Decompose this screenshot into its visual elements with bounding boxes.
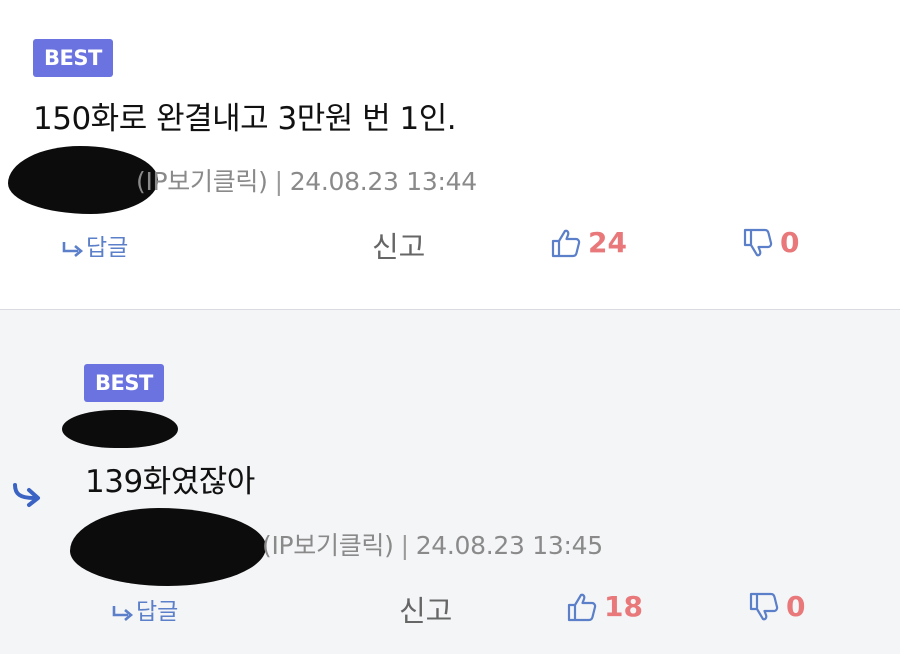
like-count: 24 bbox=[588, 226, 627, 259]
dislike-button[interactable]: 0 bbox=[742, 226, 799, 259]
comment-meta: (IP보기클릭) | 24.08.23 13:44 bbox=[136, 162, 477, 198]
dislike-button[interactable]: 0 bbox=[748, 590, 805, 623]
reply-indicator-icon bbox=[13, 483, 40, 507]
report-button[interactable]: 신고 bbox=[372, 224, 425, 266]
thumbs-up-icon bbox=[551, 229, 581, 257]
reply-label: 답글 bbox=[86, 235, 129, 261]
dislike-count: 0 bbox=[780, 226, 800, 259]
redacted-username bbox=[70, 508, 266, 586]
timestamp: 24.08.23 13:45 bbox=[415, 531, 603, 560]
best-badge: BEST bbox=[33, 39, 113, 77]
like-button[interactable]: 18 bbox=[566, 590, 643, 623]
comment-best-1: BEST 150화로 완결내고 3만원 번 1인. (IP보기클릭) | 24.08… bbox=[0, 0, 900, 309]
comment-text: 139화였잖아 bbox=[85, 464, 255, 500]
comment-best-2-reply: BEST 139화였잖아 (IP보기클릭) | 24.08.23 13:45 답글 … bbox=[0, 310, 900, 654]
reply-arrow-icon bbox=[62, 241, 84, 257]
thumbs-up-icon bbox=[567, 593, 597, 621]
reply-button[interactable]: 답글 bbox=[112, 592, 178, 626]
comment-text: 150화로 완결내고 3만원 번 1인. bbox=[33, 101, 457, 137]
best-badge: BEST bbox=[84, 364, 164, 402]
reply-button[interactable]: 답글 bbox=[62, 228, 128, 262]
timestamp: 24.08.23 13:44 bbox=[289, 167, 477, 196]
dislike-count: 0 bbox=[786, 590, 806, 623]
like-button[interactable]: 24 bbox=[550, 226, 627, 259]
comment-meta: (IP보기클릭) | 24.08.23 13:45 bbox=[262, 526, 603, 562]
report-button[interactable]: 신고 bbox=[399, 588, 452, 630]
thumbs-down-icon bbox=[749, 592, 779, 620]
ip-view-link[interactable]: (IP보기클릭) bbox=[136, 167, 268, 196]
thumbs-down-icon bbox=[743, 228, 773, 256]
meta-separator: | bbox=[400, 531, 409, 560]
meta-separator: | bbox=[274, 167, 283, 196]
reply-arrow-icon bbox=[112, 605, 134, 621]
reply-label: 답글 bbox=[136, 599, 179, 625]
redacted-username bbox=[62, 410, 178, 448]
ip-view-link[interactable]: (IP보기클릭) bbox=[262, 531, 394, 560]
like-count: 18 bbox=[604, 590, 643, 623]
